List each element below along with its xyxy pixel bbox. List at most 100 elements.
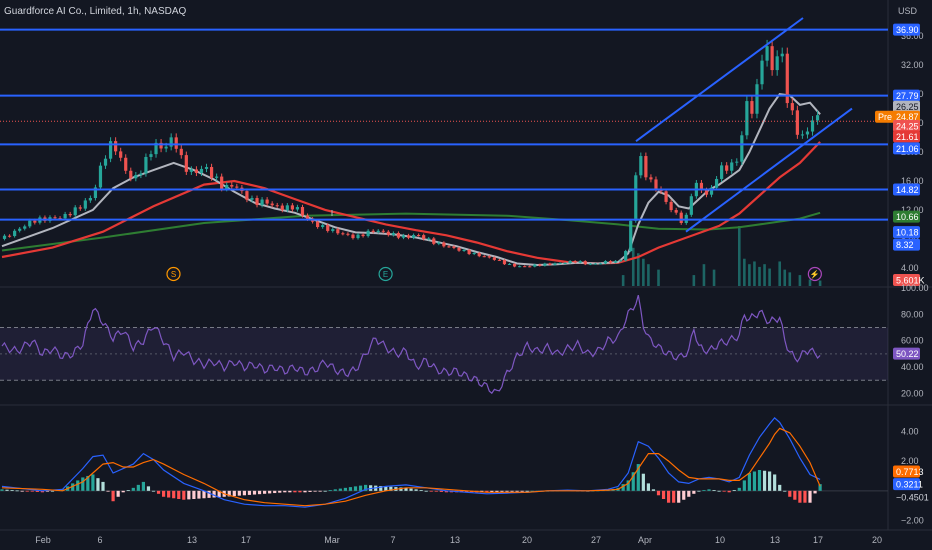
macd-histogram-bar: [813, 490, 817, 494]
volume-bar: [763, 264, 766, 286]
candle-body: [199, 168, 204, 173]
svg-text:36.90: 36.90: [896, 25, 919, 35]
time-tick-label: 17: [241, 535, 251, 545]
chart-canvas[interactable]: 4.008.0012.0016.0020.0024.0028.0032.0036…: [0, 0, 932, 550]
candle-body: [406, 235, 411, 238]
candle-body: [356, 234, 360, 239]
macd-histogram-bar: [646, 483, 650, 491]
candle-body: [265, 199, 269, 204]
candle-body: [371, 230, 375, 232]
macd-histogram-bar: [126, 490, 130, 491]
candle-body: [462, 249, 466, 251]
volume-bar: [642, 258, 645, 286]
macd-histogram-bar: [343, 487, 347, 491]
time-tick-label: 20: [522, 535, 532, 545]
macd-histogram-bar: [257, 490, 262, 495]
macd-histogram-bar: [752, 471, 757, 491]
time-tick-label: 6: [97, 535, 102, 545]
macd-histogram-bar: [808, 490, 812, 503]
time-tick-label: 13: [187, 535, 197, 545]
macd-histogram-bar: [697, 490, 701, 492]
candle-body: [260, 199, 264, 206]
macd-histogram-bar: [419, 490, 423, 491]
candle-body: [331, 229, 335, 231]
candle-body: [603, 261, 608, 264]
candle-body: [507, 263, 512, 265]
macd-histogram-bar: [778, 484, 782, 491]
candle-body: [220, 176, 224, 189]
macd-histogram-bar: [101, 481, 105, 491]
volume-bar: [768, 268, 771, 286]
candle-body: [755, 84, 759, 114]
label-macd-value: 0.7713: [893, 465, 924, 478]
candle-body: [487, 256, 491, 258]
currency-label: USD: [898, 6, 918, 16]
candle-body: [432, 238, 436, 244]
candle-body: [735, 161, 739, 163]
macd-histogram-bar: [318, 490, 322, 492]
label-10-18: 10.18: [893, 226, 920, 239]
candle-body: [381, 230, 385, 232]
macd-histogram-bar: [727, 490, 731, 493]
candle-body: [765, 46, 769, 61]
candle-body: [740, 135, 744, 162]
time-tick-label: 27: [591, 535, 601, 545]
macd-histogram-bar: [793, 490, 797, 500]
candle-body: [401, 235, 406, 238]
candle-body: [750, 101, 754, 114]
macd-histogram-bar: [677, 490, 681, 503]
candle-body: [366, 230, 370, 237]
macd-histogram-bar: [656, 490, 661, 496]
candle-body: [28, 220, 32, 227]
candle-body: [598, 263, 603, 265]
label-8-32: 8.32: [893, 238, 920, 251]
candle-body: [411, 235, 416, 238]
macd-histogram-bar: [5, 489, 9, 491]
candle-body: [745, 101, 749, 136]
candle-body: [477, 252, 481, 257]
macd-histogram-bar: [91, 474, 95, 491]
candle-body: [68, 213, 72, 216]
svg-text:14.82: 14.82: [896, 185, 919, 195]
candle-body: [417, 235, 421, 237]
macd-histogram-bar: [525, 490, 529, 492]
macd-histogram-bar: [116, 490, 120, 497]
candle-body: [674, 210, 678, 213]
rsi-tick-label: 40.00: [901, 362, 924, 372]
macd-histogram-bar: [146, 486, 151, 491]
candle-body: [98, 165, 103, 188]
macd-histogram-bar: [788, 490, 792, 497]
candle-body: [492, 257, 496, 260]
macd-histogram-bar: [106, 490, 110, 492]
time-tick-label: 10: [715, 535, 725, 545]
macd-histogram-bar: [762, 470, 767, 491]
candle-body: [119, 151, 123, 158]
macd-histogram-bar: [293, 490, 297, 493]
macd-histogram-bar: [192, 490, 196, 499]
macd-histogram-bar: [672, 490, 676, 503]
label-rsi-value: 50.22: [893, 347, 920, 360]
svg-text:21.06: 21.06: [896, 144, 919, 154]
macd-histogram-bar: [187, 490, 191, 500]
svg-text:27.79: 27.79: [896, 91, 919, 101]
svg-text:S: S: [171, 270, 176, 279]
macd-histogram-bar: [768, 471, 772, 491]
candle-body: [33, 220, 37, 223]
macd-histogram-bar: [333, 489, 337, 491]
candle-body: [644, 156, 648, 178]
macd-histogram-bar: [712, 490, 716, 491]
macd-histogram-bar: [50, 490, 55, 492]
macd-histogram-bar: [424, 490, 428, 492]
macd-histogram-bar: [803, 490, 807, 503]
macd-histogram-bar: [273, 490, 277, 494]
volume-bar: [712, 269, 716, 286]
candle-body: [88, 198, 92, 201]
svg-text:⚡: ⚡: [810, 269, 820, 279]
candle-body: [457, 247, 461, 251]
macd-histogram-bar: [520, 490, 524, 492]
candle-body: [720, 165, 724, 179]
macd-histogram-bar: [268, 490, 272, 494]
macd-histogram-bar: [348, 487, 353, 491]
candle-body: [83, 200, 87, 209]
time-tick-label: 13: [450, 535, 460, 545]
